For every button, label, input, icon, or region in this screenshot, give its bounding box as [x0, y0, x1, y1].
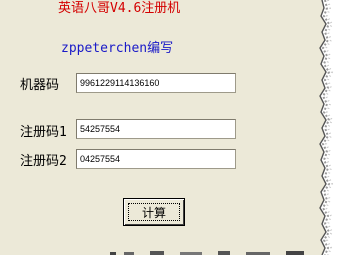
calculate-button-label: 计算 [141, 205, 166, 220]
reg-code-1-label: 注册码1 [20, 125, 67, 140]
window-title: 英语八哥V4.6注册机 [58, 1, 181, 16]
keygen-window: 英语八哥V4.6注册机 zppeterchen编写 机器码 9961229114… [0, 0, 322, 255]
author-subtitle: zppeterchen编写 [61, 41, 174, 56]
cropped-content-fragment [110, 251, 304, 255]
machine-code-field[interactable]: 9961229114136160 [76, 73, 236, 93]
machine-code-label: 机器码 [20, 78, 60, 93]
reg-code-2-label: 注册码2 [20, 154, 67, 169]
reg-code-1-field[interactable]: 54257554 [76, 119, 236, 139]
torn-edge-decoration [319, 0, 354, 255]
calculate-button[interactable]: 计算 [123, 198, 185, 226]
reg-code-2-field[interactable]: 04257554 [76, 149, 236, 169]
